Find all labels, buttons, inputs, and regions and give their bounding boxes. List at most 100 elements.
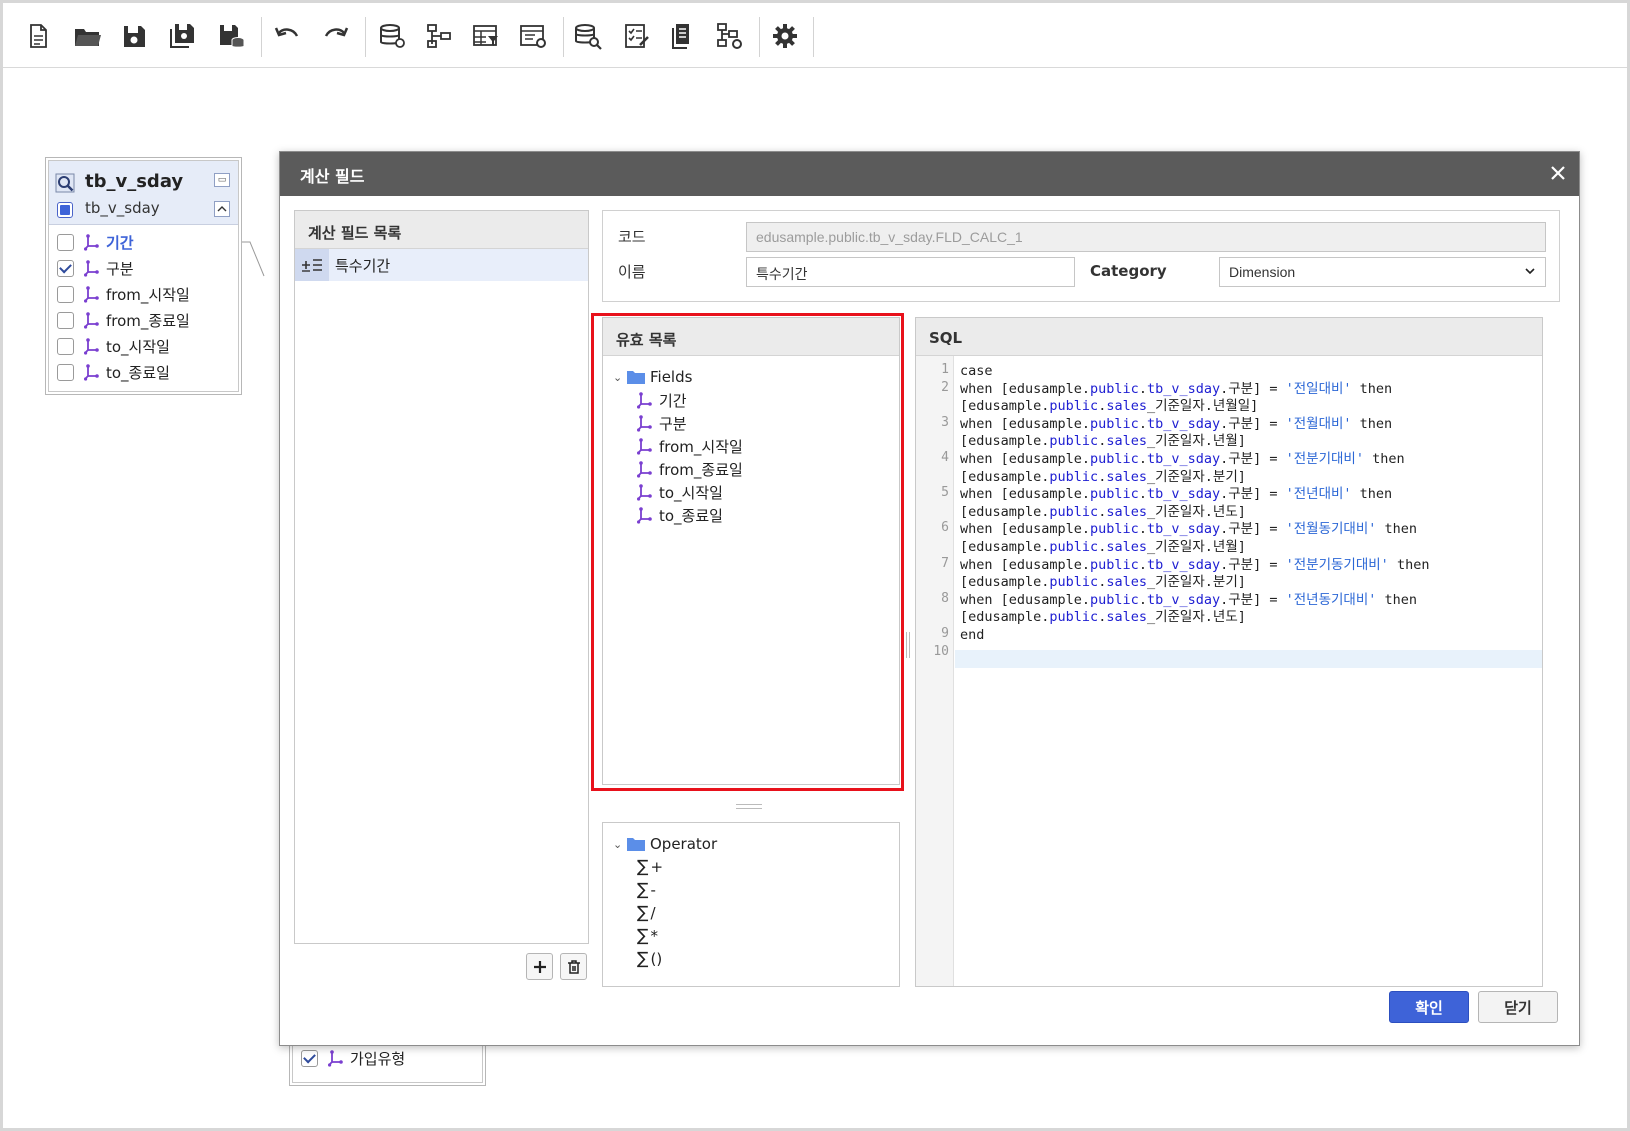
sql-code-line: [edusample.public.sales_기준일자.년월] bbox=[960, 433, 1246, 450]
dimension-icon bbox=[84, 338, 99, 355]
document-copy-icon[interactable] bbox=[666, 19, 700, 53]
calc-field-item[interactable]: 특수기간 bbox=[295, 249, 588, 281]
sigma-icon: ∑ bbox=[637, 880, 649, 900]
save-icon[interactable] bbox=[117, 19, 151, 53]
field-checkbox[interactable] bbox=[57, 259, 74, 277]
dimension-icon bbox=[637, 484, 652, 501]
collapse-button[interactable] bbox=[214, 201, 230, 217]
valid-field-label: to_종료일 bbox=[659, 506, 723, 525]
redo-icon[interactable] bbox=[319, 19, 353, 53]
operator-item[interactable]: ∑ / bbox=[637, 902, 656, 924]
valid-field-item[interactable]: to_종료일 bbox=[637, 504, 723, 526]
table-field-row[interactable]: 가입유형 bbox=[293, 1045, 482, 1071]
field-checkbox[interactable] bbox=[57, 285, 74, 303]
calculated-field-dialog: 계산 필드 계산 필드 목록 특수기간 코드 edusample.public.… bbox=[279, 151, 1580, 1046]
operator-item[interactable]: ∑ * bbox=[637, 925, 658, 947]
sql-code-line: when [edusample.public.tb_v_sday.구분] = '… bbox=[960, 521, 1418, 538]
table-settings-icon[interactable] bbox=[516, 19, 550, 53]
operator-label: - bbox=[650, 881, 656, 899]
database-search-icon[interactable] bbox=[571, 19, 605, 53]
delete-button[interactable] bbox=[560, 953, 587, 980]
table-field-row[interactable]: 기간 bbox=[49, 229, 238, 255]
checklist-icon[interactable] bbox=[620, 19, 654, 53]
table-widget[interactable]: tb_v_sday tb_v_sday ▭ 기간 구분 from_시작일 from_종… bbox=[45, 157, 242, 395]
tree-settings-icon[interactable] bbox=[712, 19, 746, 53]
sql-editor[interactable]: 1 2 3 4 5 6 7 8 9 10 case when [edusample.public.t… bbox=[916, 356, 1542, 986]
valid-field-item[interactable]: from_종료일 bbox=[637, 458, 743, 480]
open-folder-icon[interactable] bbox=[70, 19, 104, 53]
vertical-splitter-handle[interactable] bbox=[906, 632, 910, 658]
fields-folder[interactable]: ⌄ Fields bbox=[613, 366, 692, 388]
line-number: 10 bbox=[933, 643, 949, 659]
table-select-checkbox[interactable] bbox=[57, 202, 73, 218]
dimension-icon bbox=[637, 461, 652, 478]
category-select[interactable]: Dimension bbox=[1219, 257, 1546, 287]
close-icon[interactable] bbox=[1545, 160, 1571, 186]
table-field-row[interactable]: to_시작일 bbox=[49, 333, 238, 359]
sql-code-line: [edusample.public.sales_기준일자.분기] bbox=[960, 468, 1246, 485]
table-field-row[interactable]: from_시작일 bbox=[49, 281, 238, 307]
valid-field-label: 기간 bbox=[659, 391, 687, 410]
line-number: 4 bbox=[941, 450, 949, 465]
field-label: 구분 bbox=[106, 259, 134, 278]
operator-item[interactable]: ∑ - bbox=[637, 879, 656, 901]
table-field-row[interactable]: to_종료일 bbox=[49, 359, 238, 385]
field-checkbox[interactable] bbox=[301, 1049, 318, 1067]
save-as-db-icon[interactable] bbox=[214, 19, 248, 53]
valid-field-label: from_시작일 bbox=[659, 437, 743, 456]
table-field-row[interactable]: from_종료일 bbox=[49, 307, 238, 333]
dimension-icon bbox=[84, 364, 99, 381]
table-field-row[interactable]: 구분 bbox=[49, 255, 238, 281]
close-button[interactable]: 닫기 bbox=[1478, 991, 1558, 1023]
sigma-icon: ∑ bbox=[637, 926, 649, 946]
new-document-icon[interactable] bbox=[21, 19, 55, 53]
sigma-icon: ∑ bbox=[637, 949, 649, 969]
confirm-button[interactable]: 확인 bbox=[1389, 991, 1469, 1023]
field-checkbox[interactable] bbox=[57, 311, 74, 329]
calc-field-list-panel: 계산 필드 목록 특수기간 bbox=[294, 210, 589, 944]
undo-icon[interactable] bbox=[270, 19, 304, 53]
caret-down-icon: ⌄ bbox=[613, 837, 623, 851]
database-link-icon[interactable] bbox=[375, 19, 409, 53]
line-number: 8 bbox=[941, 590, 949, 606]
add-button[interactable] bbox=[526, 953, 553, 980]
valid-field-item[interactable]: 구분 bbox=[637, 412, 687, 434]
table-options-button[interactable]: ▭ bbox=[214, 173, 230, 187]
valid-field-item[interactable]: from_시작일 bbox=[637, 435, 743, 457]
sql-code-line: case bbox=[960, 363, 993, 379]
operator-label: / bbox=[650, 904, 656, 922]
dialog-title: 계산 필드 bbox=[300, 167, 365, 186]
chevron-up-icon bbox=[217, 206, 227, 212]
tree-structure-icon[interactable] bbox=[422, 19, 456, 53]
table-filter-icon[interactable] bbox=[469, 19, 503, 53]
valid-field-label: 구분 bbox=[659, 414, 687, 433]
operator-label: () bbox=[650, 950, 663, 968]
operator-item[interactable]: ∑ + bbox=[637, 856, 663, 878]
fields-folder-label: Fields bbox=[650, 368, 693, 386]
table-search-icon bbox=[55, 173, 75, 193]
dimension-icon bbox=[637, 415, 652, 432]
operator-item[interactable]: ∑() bbox=[637, 948, 662, 970]
folder-icon bbox=[627, 838, 645, 851]
sql-code-line: [edusample.public.sales_기준일자.년도] bbox=[960, 503, 1246, 520]
line-number: 3 bbox=[941, 414, 949, 430]
dialog-header: 계산 필드 bbox=[280, 152, 1579, 196]
valid-field-item[interactable]: 기간 bbox=[637, 389, 687, 411]
dimension-icon bbox=[328, 1050, 343, 1067]
operator-folder[interactable]: ⌄ Operator bbox=[613, 833, 717, 855]
save-all-icon[interactable] bbox=[165, 19, 199, 53]
splitter-handle[interactable] bbox=[736, 804, 762, 809]
sql-code-line: when [edusample.public.tb_v_sday.구분] = '… bbox=[960, 556, 1430, 573]
name-field[interactable]: 특수기간 bbox=[746, 257, 1075, 287]
field-checkbox[interactable] bbox=[57, 363, 74, 381]
field-checkbox[interactable] bbox=[57, 233, 74, 251]
active-line-highlight bbox=[955, 650, 1542, 668]
valid-field-item[interactable]: to_시작일 bbox=[637, 481, 723, 503]
gear-icon[interactable] bbox=[768, 19, 802, 53]
field-checkbox[interactable] bbox=[57, 337, 74, 355]
valid-list-panel: 유효 목록 ⌄ Fields 기간 구분 from_시작일 from_종료일 to_시작… bbox=[602, 317, 900, 785]
sql-code-line: when [edusample.public.tb_v_sday.구분] = '… bbox=[960, 486, 1393, 503]
dimension-icon bbox=[637, 507, 652, 524]
line-number: 6 bbox=[941, 520, 949, 536]
field-form-panel: 코드 edusample.public.tb_v_sday.FLD_CALC_1… bbox=[602, 210, 1560, 302]
